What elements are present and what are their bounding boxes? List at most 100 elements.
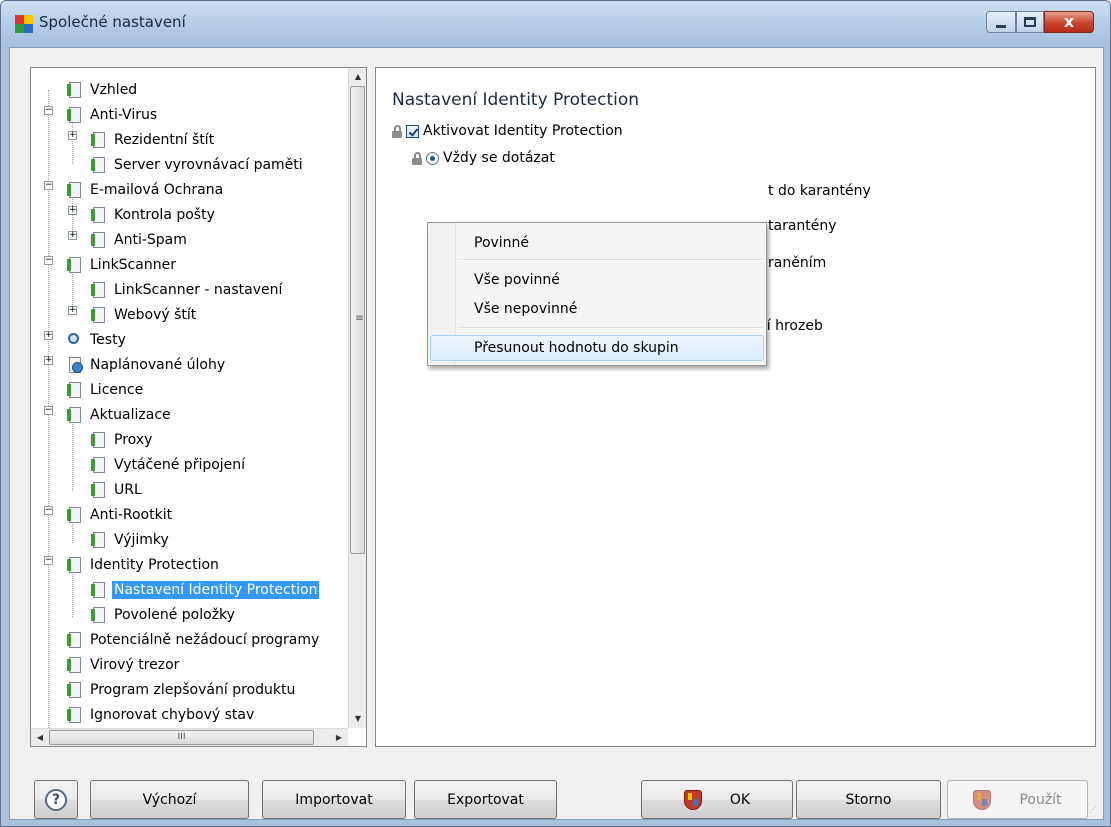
expand-toggle[interactable]: +	[68, 306, 77, 315]
tree-item-label: Server vyrovnávací paměti	[114, 157, 303, 173]
scroll-right-arrow-icon[interactable]: ▶	[330, 729, 348, 747]
default-button[interactable]: Výchozí	[90, 780, 249, 819]
expand-toggle[interactable]: +	[68, 231, 77, 240]
tree-item-anti-virus[interactable]: Anti-Virus	[67, 103, 159, 127]
tree-item-ignore-error-state[interactable]: Ignorovat chybový stav	[67, 703, 256, 727]
activate-identity-protection-option[interactable]: Aktivovat Identity Protection	[392, 123, 623, 139]
expand-toggle[interactable]: +	[44, 356, 53, 365]
lock-icon[interactable]	[392, 124, 402, 138]
settings-page-icon	[91, 481, 107, 499]
tree-item-identity-protection-settings[interactable]: Nastavení Identity Protection	[91, 578, 320, 602]
title-bar[interactable]: Společné nastavení x	[1, 1, 1110, 47]
maximize-icon	[1024, 17, 1036, 27]
tree-item-identity-protection[interactable]: Identity Protection	[67, 553, 221, 577]
tree-item-vzhled[interactable]: Vzhled	[67, 78, 139, 102]
window-title: Společné nastavení	[39, 13, 186, 31]
tree-item-kontrola-posty[interactable]: Kontrola pošty	[91, 203, 217, 227]
always-ask-radio[interactable]	[426, 151, 439, 165]
collapse-toggle[interactable]: −	[44, 181, 53, 190]
menu-item-mandatory[interactable]: Povinné	[430, 230, 764, 256]
activate-checkbox[interactable]	[406, 124, 419, 138]
tree-item-allowed-items[interactable]: Povolené položky	[91, 603, 237, 627]
collapse-toggle[interactable]: −	[44, 256, 53, 265]
partial-label-1: t do karantény	[768, 183, 871, 199]
tree-vertical-scrollbar[interactable]: ▲ ≡ ▼	[348, 68, 366, 728]
scroll-down-arrow-icon[interactable]: ▼	[349, 710, 367, 728]
import-button[interactable]: Importovat	[262, 780, 406, 819]
partially-hidden-option-2: tarantény	[768, 218, 837, 234]
settings-page-icon	[91, 581, 107, 599]
settings-page-icon	[67, 506, 83, 524]
settings-page-icon	[91, 606, 107, 624]
help-button[interactable]: ?	[34, 780, 78, 819]
tree-item-anti-rootkit[interactable]: Anti-Rootkit	[67, 503, 174, 527]
menu-separator	[458, 259, 763, 261]
ok-button[interactable]: OK	[641, 780, 793, 819]
tree-item-scheduled-tasks[interactable]: Naplánované úlohy	[67, 353, 227, 377]
tree-item-licence[interactable]: Licence	[67, 378, 145, 402]
tree-item-testy[interactable]: Testy	[67, 328, 128, 352]
expand-toggle[interactable]: +	[68, 206, 77, 215]
settings-page-icon	[91, 531, 107, 549]
expand-toggle[interactable]: +	[68, 131, 77, 140]
scroll-left-arrow-icon[interactable]: ◀	[31, 729, 49, 747]
tree-item-label: Nastavení Identity Protection	[112, 581, 320, 599]
collapse-toggle[interactable]: −	[44, 506, 53, 515]
settings-page-icon	[67, 556, 83, 574]
activate-label: Aktivovat Identity Protection	[423, 123, 623, 139]
help-icon: ?	[45, 788, 67, 811]
always-ask-option[interactable]: Vždy se dotázat	[412, 150, 555, 166]
export-button[interactable]: Exportovat	[414, 780, 557, 819]
menu-item-all-optional[interactable]: Vše nepovinné	[430, 296, 764, 322]
close-button[interactable]: x	[1044, 11, 1094, 33]
settings-page-icon	[91, 281, 107, 299]
tree-horizontal-scrollbar[interactable]: ◀ III ▶	[31, 728, 348, 746]
shield-icon	[683, 789, 702, 810]
collapse-toggle[interactable]: −	[44, 556, 53, 565]
settings-page-icon	[67, 381, 83, 399]
lock-icon[interactable]	[412, 151, 422, 165]
tree-item-rezidentni-stit[interactable]: Rezidentní štít	[91, 128, 216, 152]
settings-page-icon	[67, 81, 83, 99]
tree-item-email-protection[interactable]: E-mailová Ochrana	[67, 178, 225, 202]
resize-grip-icon[interactable]: ⋰	[1089, 805, 1101, 817]
tree-item-aktualizace[interactable]: Aktualizace	[67, 403, 173, 427]
cancel-button[interactable]: Storno	[796, 780, 941, 819]
menu-item-all-mandatory[interactable]: Vše povinné	[430, 267, 764, 293]
tree-item-label: Kontrola pošty	[114, 207, 215, 223]
tree-item-virus-vault[interactable]: Virový trezor	[67, 653, 181, 677]
window-client-area: Vzhled − Anti-Virus + Rezidentní štít Se…	[9, 47, 1104, 820]
minimize-button[interactable]	[986, 11, 1016, 33]
tree-item-proxy[interactable]: Proxy	[91, 428, 154, 452]
tree-item-linkscanner-settings[interactable]: LinkScanner - nastavení	[91, 278, 284, 302]
tree-item-vyjimky[interactable]: Výjimky	[91, 528, 171, 552]
tree-item-pup[interactable]: Potenciálně nežádoucí programy	[67, 628, 321, 652]
collapse-toggle[interactable]: −	[44, 406, 53, 415]
expand-toggle[interactable]: +	[44, 331, 53, 340]
tree-item-label: Rezidentní štít	[114, 132, 215, 148]
tree-item-anti-spam[interactable]: Anti-Spam	[91, 228, 189, 252]
tree-item-label: Anti-Virus	[90, 107, 158, 123]
minimize-icon	[996, 24, 1006, 28]
partially-hidden-option-3: raněním	[768, 255, 826, 271]
apply-button[interactable]: Použít	[947, 780, 1088, 819]
tree-horizontal-scroll-thumb[interactable]: III	[49, 730, 314, 745]
tree-item-url[interactable]: URL	[91, 478, 144, 502]
tree-item-linkscanner[interactable]: LinkScanner	[67, 253, 178, 277]
scroll-up-arrow-icon[interactable]: ▲	[349, 68, 367, 86]
avg-logo-icon	[15, 15, 33, 33]
menu-item-move-value-to-groups[interactable]: Přesunout hodnotu do skupin	[430, 335, 764, 361]
tree-item-label: Vytáčené připojení	[114, 457, 246, 473]
tree-item-label: Ignorovat chybový stav	[90, 707, 255, 723]
tree-item-cache-server[interactable]: Server vyrovnávací paměti	[91, 153, 305, 177]
tree-item-webovy-stit[interactable]: Webový štít	[91, 303, 198, 327]
tree-item-label: URL	[114, 482, 142, 498]
settings-page-icon	[67, 656, 83, 674]
tree-item-dialup[interactable]: Vytáčené připojení	[91, 453, 247, 477]
settings-page-icon	[91, 456, 107, 474]
collapse-toggle[interactable]: −	[44, 106, 53, 115]
maximize-button[interactable]	[1016, 11, 1044, 33]
settings-content-panel: Nastavení Identity Protection Aktivovat …	[375, 67, 1096, 747]
tree-vertical-scroll-thumb[interactable]: ≡	[350, 86, 365, 554]
tree-item-product-improvement[interactable]: Program zlepšování produktu	[67, 678, 297, 702]
